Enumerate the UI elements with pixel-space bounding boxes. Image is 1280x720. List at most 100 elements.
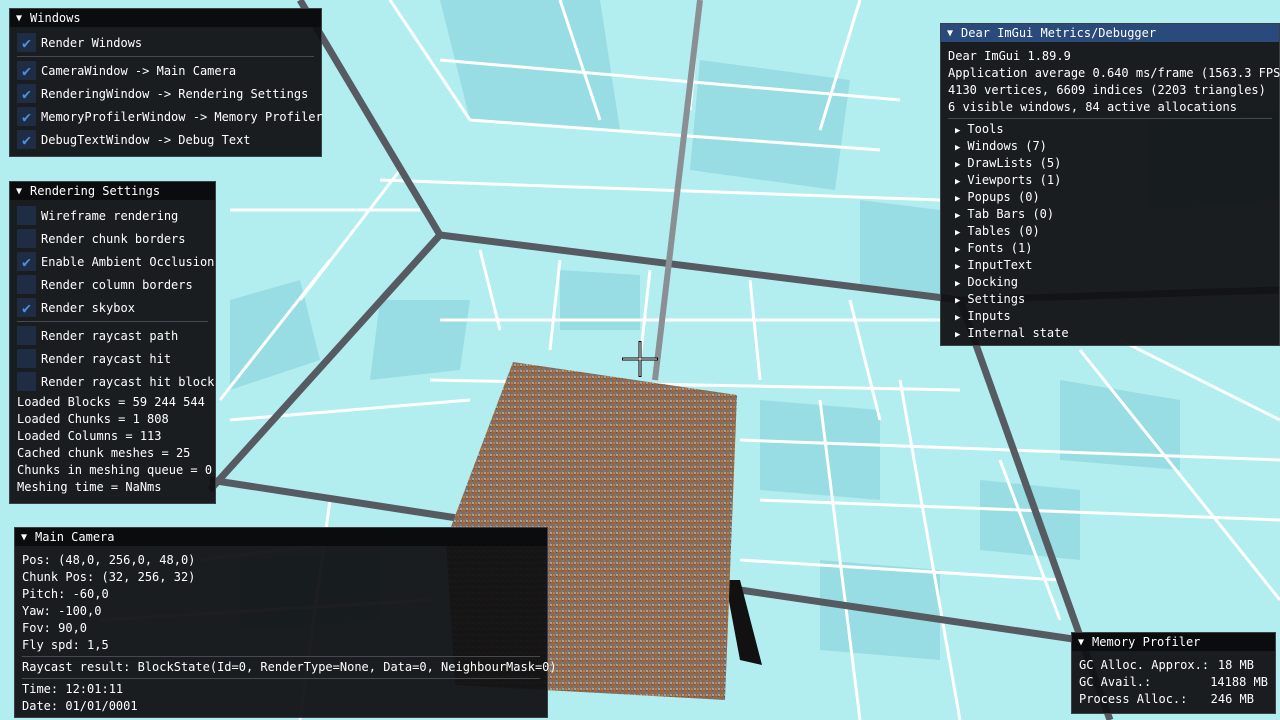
checkbox-box[interactable]	[17, 372, 36, 391]
checkbox-box[interactable]	[17, 229, 36, 248]
separator	[22, 678, 540, 679]
ambient-occlusion-checkbox[interactable]: ✔ Enable Ambient Occlusion	[10, 250, 215, 273]
triangle-down-icon[interactable]: ▼	[1078, 637, 1084, 648]
checkmark-icon[interactable]: ✔	[17, 33, 36, 52]
metrics-titlebar[interactable]: ▼ Dear ImGui Metrics/Debugger	[941, 24, 1279, 42]
checkbox-label: Render raycast path	[41, 328, 179, 343]
checkmark-icon[interactable]: ✔	[17, 84, 36, 103]
memory-row: Process Alloc.: 246 MB	[1072, 691, 1275, 708]
memory-profiler-window-checkbox[interactable]: ✔ MemoryProfilerWindow -> Memory Profile…	[10, 105, 323, 128]
triangle-right-icon[interactable]: ▶	[955, 296, 960, 306]
tree-node-drawlists[interactable]: ▶ DrawLists (5)	[941, 155, 1279, 172]
tree-label: Windows (7)	[967, 139, 1047, 153]
triangle-right-icon[interactable]: ▶	[955, 330, 960, 340]
memory-profiler-titlebar[interactable]: ▼ Memory Profiler	[1072, 633, 1275, 651]
triangle-right-icon[interactable]: ▶	[955, 143, 960, 153]
tree-node-tab-bars[interactable]: ▶ Tab Bars (0)	[941, 206, 1279, 223]
triangle-right-icon[interactable]: ▶	[955, 313, 960, 323]
triangle-right-icon[interactable]: ▶	[955, 245, 960, 255]
tree-node-inputtext[interactable]: ▶ InputText	[941, 257, 1279, 274]
stat-text: Loaded Columns = 113	[17, 429, 162, 443]
memory-profiler-title: Memory Profiler	[1092, 635, 1201, 649]
main-camera-titlebar[interactable]: ▼ Main Camera	[15, 528, 547, 546]
checkbox-label: Render Windows	[41, 35, 143, 50]
checkbox-label: Wireframe rendering	[41, 208, 179, 223]
tree-label: DrawLists (5)	[967, 156, 1062, 170]
chunk-borders-checkbox[interactable]: Render chunk borders	[10, 227, 215, 250]
tree-node-popups[interactable]: ▶ Popups (0)	[941, 189, 1279, 206]
checkmark-icon[interactable]: ✔	[17, 298, 36, 317]
triangle-right-icon[interactable]: ▶	[955, 126, 960, 136]
tree-label: Tools	[967, 122, 1004, 136]
tree-label: Popups (0)	[967, 190, 1040, 204]
triangle-down-icon[interactable]: ▼	[16, 186, 22, 197]
tree-node-fonts[interactable]: ▶ Fonts (1)	[941, 240, 1279, 257]
memory-label: GC Alloc. Approx.:	[1079, 658, 1210, 672]
stat-text: Loaded Chunks = 1 808	[17, 412, 169, 426]
checkbox-box[interactable]	[17, 206, 36, 225]
windows-panel-titlebar[interactable]: ▼ Windows	[10, 9, 321, 27]
checkmark-icon[interactable]: ✔	[17, 61, 36, 80]
tree-node-tools[interactable]: ▶ Tools	[941, 121, 1279, 138]
triangle-right-icon[interactable]: ▶	[955, 211, 960, 221]
tree-node-tables[interactable]: ▶ Tables (0)	[941, 223, 1279, 240]
checkmark-icon[interactable]: ✔	[17, 107, 36, 126]
rendering-settings-panel[interactable]: ▼ Rendering Settings Wireframe rendering…	[9, 181, 216, 504]
checkbox-label: Enable Ambient Occlusion	[41, 254, 215, 269]
triangle-right-icon[interactable]: ▶	[955, 279, 960, 289]
camera-text: Pos: (48,0, 256,0, 48,0)	[22, 553, 196, 567]
checkmark-icon[interactable]: ✔	[17, 130, 36, 149]
metrics-debugger-panel[interactable]: ▼ Dear ImGui Metrics/Debugger Dear ImGui…	[940, 23, 1280, 346]
tree-node-inputs[interactable]: ▶ Inputs	[941, 308, 1279, 325]
checkbox-box[interactable]	[17, 275, 36, 294]
camera-text: Fly spd: 1,5	[22, 638, 109, 652]
raycast-hit-checkbox[interactable]: Render raycast hit	[10, 347, 215, 370]
raycast-hit-block-checkbox[interactable]: Render raycast hit block	[10, 370, 215, 393]
triangle-down-icon[interactable]: ▼	[21, 532, 27, 543]
tree-label: Internal state	[967, 326, 1069, 340]
triangle-down-icon[interactable]: ▼	[16, 13, 22, 24]
tree-label: InputText	[967, 258, 1033, 272]
metrics-text: 4130 vertices, 6609 indices (2203 triang…	[948, 83, 1266, 97]
checkbox-label: Render chunk borders	[41, 231, 186, 246]
memory-value: 246 MB	[1210, 692, 1254, 706]
column-borders-checkbox[interactable]: Render column borders	[10, 273, 215, 296]
camera-text: Fov: 90,0	[22, 621, 88, 635]
tree-label: Fonts (1)	[967, 241, 1033, 255]
debug-text-window-checkbox[interactable]: ✔ DebugTextWindow -> Debug Text	[10, 128, 321, 151]
raycast-path-checkbox[interactable]: Render raycast path	[10, 324, 215, 347]
triangle-right-icon[interactable]: ▶	[955, 160, 960, 170]
tree-node-windows[interactable]: ▶ Windows (7)	[941, 138, 1279, 155]
triangle-down-icon[interactable]: ▼	[947, 28, 953, 39]
stat-text: Cached chunk meshes = 25	[17, 446, 191, 460]
triangle-right-icon[interactable]: ▶	[955, 228, 960, 238]
tree-node-docking[interactable]: ▶ Docking	[941, 274, 1279, 291]
time-text: Time: 12:01:11	[22, 682, 124, 696]
main-camera-panel[interactable]: ▼ Main Camera Pos: (48,0, 256,0, 48,0) C…	[14, 527, 557, 718]
checkbox-label: MemoryProfilerWindow -> Memory Profiler	[41, 109, 323, 124]
windows-panel[interactable]: ▼ Windows ✔ Render Windows ✔ CameraWindo…	[9, 8, 323, 157]
checkbox-box[interactable]	[17, 349, 36, 368]
tree-node-settings[interactable]: ▶ Settings	[941, 291, 1279, 308]
tree-node-internal-state[interactable]: ▶ Internal state	[941, 325, 1279, 342]
camera-text: Pitch: -60,0	[22, 587, 109, 601]
checkbox-box[interactable]	[17, 326, 36, 345]
wireframe-checkbox[interactable]: Wireframe rendering	[10, 204, 215, 227]
memory-profiler-panel[interactable]: ▼ Memory Profiler GC Alloc. Approx.: 18 …	[1071, 632, 1276, 714]
render-windows-checkbox[interactable]: ✔ Render Windows	[10, 31, 321, 54]
checkmark-icon[interactable]: ✔	[17, 252, 36, 271]
skybox-checkbox[interactable]: ✔ Render skybox	[10, 296, 215, 319]
rendering-settings-titlebar[interactable]: ▼ Rendering Settings	[10, 182, 215, 200]
triangle-right-icon[interactable]: ▶	[955, 177, 960, 187]
checkbox-label: Render raycast hit block	[41, 374, 215, 389]
checkbox-label: DebugTextWindow -> Debug Text	[41, 132, 251, 147]
camera-window-checkbox[interactable]: ✔ CameraWindow -> Main Camera	[10, 59, 321, 82]
crosshair-icon	[622, 341, 658, 377]
checkbox-label: Render skybox	[41, 300, 135, 315]
triangle-right-icon[interactable]: ▶	[955, 194, 960, 204]
camera-text: Chunk Pos: (32, 256, 32)	[22, 570, 196, 584]
triangle-right-icon[interactable]: ▶	[955, 262, 960, 272]
tree-node-viewports[interactable]: ▶ Viewports (1)	[941, 172, 1279, 189]
tree-label: Settings	[967, 292, 1026, 306]
rendering-window-checkbox[interactable]: ✔ RenderingWindow -> Rendering Settings	[10, 82, 321, 105]
